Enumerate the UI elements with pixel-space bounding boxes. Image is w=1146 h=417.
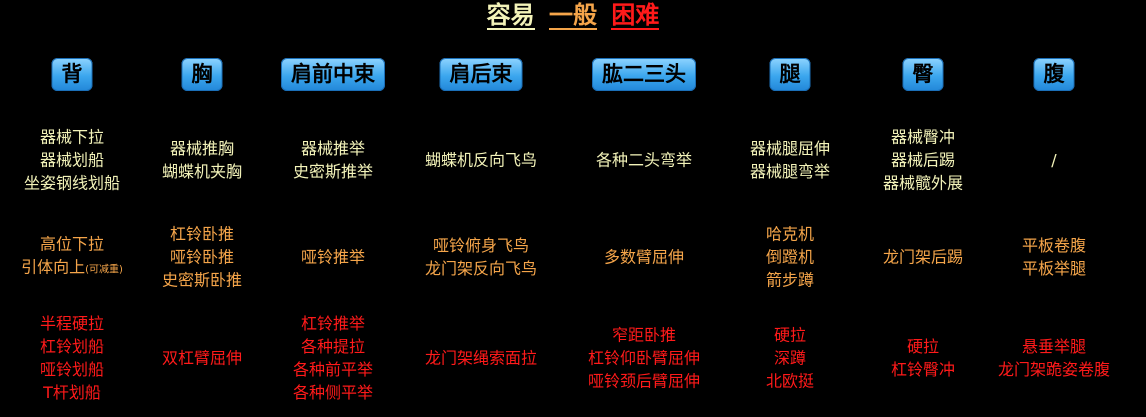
muscle-group-header: 肱二三头 bbox=[592, 58, 696, 91]
exercise-item: 器械腿弯举 bbox=[749, 162, 830, 181]
exercise-item: 倒蹬机 bbox=[765, 247, 814, 267]
exercise-item: 平板卷腹 bbox=[1021, 236, 1086, 255]
exercise-item: 器械腿屈伸 bbox=[749, 139, 830, 158]
exercise-item: 器械臀冲 bbox=[890, 127, 955, 147]
exercise-item: 哑铃颈后臂屈伸 bbox=[587, 371, 700, 391]
exercise-cell-easy: 器械推举 史密斯推举 bbox=[257, 120, 409, 200]
exercise-cell-medium: 多数臂屈伸 bbox=[568, 218, 720, 296]
exercise-cell-hard: 窄距卧推杠铃仰卧臂屈伸 哑铃颈后臂屈伸 bbox=[568, 308, 720, 408]
muscle-group-header: 背 bbox=[51, 58, 93, 91]
exercise-item: 硬拉 bbox=[906, 337, 939, 356]
exercise-cell-hard: 悬垂举腿龙门架跪姿卷腹 bbox=[978, 308, 1130, 408]
exercise-cell-hard: 硬拉 深蹲 北欧挺 bbox=[714, 308, 866, 408]
muscle-column: 臀器械臀冲器械后踢器械髋外展龙门架后踢硬拉杠铃臀冲 bbox=[847, 58, 999, 408]
exercise-cell-hard: 硬拉 杠铃臀冲 bbox=[847, 308, 999, 408]
exercise-cell-easy: 器械腿屈伸器械腿弯举 bbox=[714, 120, 866, 200]
legend-easy: 容易 bbox=[486, 1, 535, 30]
exercise-item: / bbox=[1051, 150, 1057, 170]
exercise-cell-easy: 各种二头弯举 bbox=[568, 120, 720, 200]
exercise-item: 器械推胸 bbox=[169, 139, 234, 158]
exercise-cell-medium: 平板卷腹 平板举腿 bbox=[978, 218, 1130, 296]
muscle-column: 腿器械腿屈伸器械腿弯举哈克机倒蹬机箭步蹲硬拉深蹲北欧挺 bbox=[714, 58, 866, 408]
exercise-item: 哑铃卧推 bbox=[169, 247, 234, 267]
exercise-cell-medium: 哈克机 倒蹬机 箭步蹲 bbox=[714, 218, 866, 296]
legend-hard: 困难 bbox=[611, 1, 660, 30]
exercise-item: 各种侧平举 bbox=[292, 383, 373, 402]
exercise-item: 杠铃仰卧臂屈伸 bbox=[587, 348, 700, 368]
exercise-item: 平板举腿 bbox=[1021, 259, 1086, 278]
exercise-item: 深蹲 bbox=[773, 348, 806, 368]
exercise-cell-medium: 哑铃俯身飞鸟 龙门架反向飞鸟 bbox=[405, 218, 557, 296]
muscle-group-header: 臀 bbox=[902, 58, 944, 91]
muscle-column: 胸器械推胸蝴蝶机夹胸杠铃卧推哑铃卧推史密斯卧推双杠臂屈伸 bbox=[126, 58, 278, 408]
exercise-cell-easy: / bbox=[978, 120, 1130, 200]
exercise-item: 北欧挺 bbox=[765, 371, 814, 391]
exercise-item: 器械髋外展 bbox=[882, 173, 963, 193]
muscle-column: 肩后束 蝴蝶机反向飞鸟 哑铃俯身飞鸟 龙门架反向飞鸟 龙门架绳索面拉 bbox=[405, 58, 557, 408]
muscle-column: 肩前中束器械推举史密斯推举哑铃推举杠铃推举各种提拉各种前平举各种侧平举 bbox=[257, 58, 409, 408]
exercise-cell-medium: 杠铃卧推哑铃卧推史密斯卧推 bbox=[126, 218, 278, 296]
muscle-group-header: 肩前中束 bbox=[281, 58, 385, 91]
exercise-cell-hard: 双杠臂屈伸 bbox=[126, 308, 278, 408]
exercise-cell-hard: 龙门架绳索面拉 bbox=[405, 308, 557, 408]
exercise-item: 史密斯推举 bbox=[292, 162, 373, 181]
exercise-item: 蝴蝶机反向飞鸟 bbox=[424, 150, 537, 170]
difficulty-legend: 容易 一般 困难 bbox=[0, 0, 1146, 30]
muscle-group-header: 腿 bbox=[769, 58, 811, 91]
exercise-cell-easy: 蝴蝶机反向飞鸟 bbox=[405, 120, 557, 200]
muscle-group-header: 腹 bbox=[1033, 58, 1075, 91]
exercise-item: 龙门架跪姿卷腹 bbox=[997, 360, 1110, 379]
exercise-item: 各种前平举 bbox=[292, 360, 373, 379]
exercise-item: 史密斯卧推 bbox=[161, 270, 242, 290]
exercise-item: 杠铃卧推 bbox=[169, 224, 234, 244]
exercise-item: 各种提拉 bbox=[300, 337, 365, 356]
exercise-item: 哑铃推举 bbox=[300, 247, 365, 267]
exercise-item: 悬垂举腿 bbox=[1021, 337, 1086, 356]
exercise-item: 窄距卧推 bbox=[611, 325, 676, 345]
exercise-item: 龙门架后踢 bbox=[882, 247, 963, 267]
exercise-cell-easy: 器械臀冲器械后踢器械髋外展 bbox=[847, 120, 999, 200]
muscle-group-header: 肩后束 bbox=[439, 58, 523, 91]
exercise-item: 各种二头弯举 bbox=[595, 150, 692, 170]
exercise-cell-medium: 哑铃推举 bbox=[257, 218, 409, 296]
exercise-item: 杠铃推举 bbox=[300, 314, 365, 333]
exercise-cell-medium: 龙门架后踢 bbox=[847, 218, 999, 296]
exercise-item: 龙门架绳索面拉 bbox=[424, 348, 537, 368]
exercise-item: 杠铃臀冲 bbox=[890, 360, 955, 379]
exercise-item: 硬拉 bbox=[773, 325, 806, 345]
muscle-column: 腹 / 平板卷腹平板举腿悬垂举腿龙门架跪姿卷腹 bbox=[978, 58, 1130, 408]
exercise-item: 哑铃俯身飞鸟 bbox=[432, 236, 529, 255]
exercise-item: 器械后踢 bbox=[890, 150, 955, 170]
muscle-group-header: 胸 bbox=[181, 58, 223, 91]
exercise-item: 哈克机 bbox=[765, 224, 814, 244]
exercise-cell-easy: 器械推胸 蝴蝶机夹胸 bbox=[126, 120, 278, 200]
exercise-item: 多数臂屈伸 bbox=[603, 247, 684, 267]
legend-medium: 一般 bbox=[549, 1, 597, 30]
exercise-item: 双杠臂屈伸 bbox=[161, 348, 242, 368]
exercise-item: 箭步蹲 bbox=[765, 270, 814, 290]
exercise-item: 龙门架反向飞鸟 bbox=[424, 259, 537, 278]
exercise-item: 蝴蝶机夹胸 bbox=[161, 162, 242, 181]
exercise-cell-hard: 杠铃推举各种提拉各种前平举各种侧平举 bbox=[257, 308, 409, 408]
exercise-note: (可减重) bbox=[85, 264, 123, 276]
exercise-item: 器械推举 bbox=[300, 139, 365, 158]
muscle-column: 肱二三头各种二头弯举 多数臂屈伸窄距卧推杠铃仰卧臂屈伸 哑铃颈后臂屈伸 bbox=[568, 58, 720, 408]
